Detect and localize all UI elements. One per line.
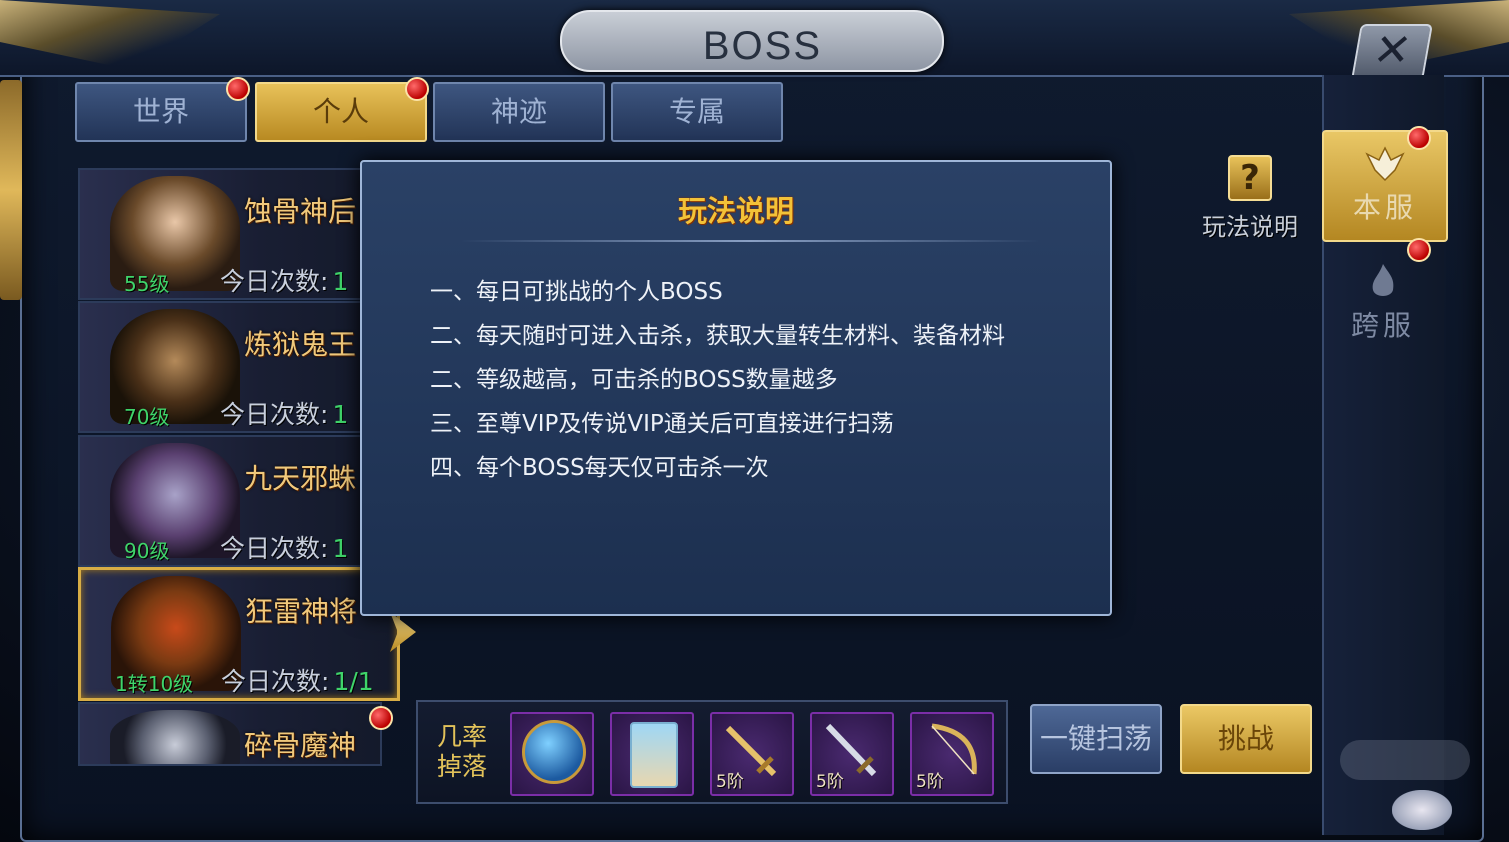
- boss-attempts: 今日次数: 1: [220, 262, 348, 298]
- boss-list-item-selected[interactable]: 狂雷神将 1转10级 今日次数: 1/1: [78, 567, 400, 701]
- boss-name: 炼狱鬼王: [243, 328, 356, 361]
- boss-name: 狂雷神将: [244, 595, 357, 628]
- rule-line: 二、每天随时可进入击杀，获取大量转生材料、装备材料: [430, 323, 1005, 349]
- attempts-value: 1/1: [333, 667, 374, 696]
- window-title: BOSS: [702, 24, 822, 68]
- tab-divine-relic[interactable]: 神迹: [433, 82, 605, 142]
- boss-item-badge: [369, 706, 393, 730]
- attempts-value: 1: [332, 534, 349, 563]
- drop-rewards-panel: 几率掉落 5阶 5阶 5阶: [416, 700, 1008, 804]
- attempts-label: 今日次数:: [220, 534, 329, 563]
- boss-list-item[interactable]: 蚀骨神后 55级 今日次数: 1: [78, 168, 382, 300]
- drop-item[interactable]: [510, 712, 594, 796]
- tab-personal[interactable]: 个人: [255, 82, 427, 142]
- lotus-ornament: [1392, 790, 1452, 830]
- attempts-label: 今日次数:: [220, 267, 329, 296]
- boss-name: 九天邪蛛: [243, 462, 356, 495]
- boss-attempts: 今日次数: 1: [220, 395, 348, 431]
- help-label: 玩法说明: [1202, 213, 1298, 241]
- boss-name: 碎骨魔神: [243, 729, 356, 762]
- rule-line: 三、至尊VIP及传说VIP通关后可直接进行扫荡: [430, 411, 894, 437]
- game-screen: BOSS ✕ 世界 个人 神迹 专属 蚀骨神后 55级 今日次数: 1 炼狱鬼王 …: [0, 0, 1509, 842]
- attempts-value: 1: [332, 400, 349, 429]
- drop-item[interactable]: 5阶: [710, 712, 794, 796]
- boss-level: 90级: [124, 539, 170, 563]
- rule-line: 二、等级越高，可击杀的BOSS数量越多: [430, 367, 838, 393]
- pet-card-icon: [630, 722, 678, 788]
- rules-dialog: 玩法说明 一、每日可挑战的个人BOSS 二、每天随时可进入击杀，获取大量转生材料…: [360, 160, 1112, 616]
- drop-item[interactable]: [610, 712, 694, 796]
- dialog-title: 玩法说明: [677, 194, 794, 228]
- dialog-divider: [460, 240, 1040, 242]
- window-header: BOSS ✕: [0, 0, 1509, 80]
- attempts-label: 今日次数:: [221, 667, 330, 696]
- item-stage: 5阶: [916, 772, 944, 792]
- tab-exclusive[interactable]: 专属: [611, 82, 783, 142]
- challenge-button[interactable]: 挑战: [1180, 704, 1312, 774]
- drop-item[interactable]: 5阶: [910, 712, 994, 796]
- boss-level: 55级: [124, 272, 170, 296]
- rule-line: 一、每日可挑战的个人BOSS: [430, 279, 723, 305]
- attempts-label: 今日次数:: [220, 400, 329, 429]
- tab-world-badge: [226, 77, 250, 101]
- side-tab-label: 本服: [1352, 191, 1417, 224]
- boss-name: 蚀骨神后: [243, 195, 356, 228]
- rule-line: 四、每个BOSS每天仅可击杀一次: [430, 455, 769, 481]
- sweep-button[interactable]: 一键扫荡: [1030, 704, 1162, 774]
- side-tab-label: 跨服: [1350, 309, 1415, 342]
- floating-chat-button[interactable]: [1340, 740, 1470, 780]
- item-stage: 5阶: [816, 772, 844, 792]
- boss-list-item[interactable]: 炼狱鬼王 70级 今日次数: 1: [78, 301, 382, 433]
- tab-personal-badge: [405, 77, 429, 101]
- boss-list-item[interactable]: 九天邪蛛 90级 今日次数: 1: [78, 435, 382, 567]
- side-tab-badge: [1407, 126, 1431, 150]
- tab-world[interactable]: 世界: [75, 82, 247, 142]
- item-stage: 5阶: [716, 772, 744, 792]
- local-server-emblem-icon: [1365, 146, 1405, 182]
- side-tab-local-server[interactable]: 本服: [1322, 130, 1448, 242]
- left-wing-ornament: [0, 0, 220, 70]
- drop-label: 几率掉落: [436, 722, 487, 781]
- side-tab-cross-server[interactable]: 跨服: [1322, 250, 1444, 358]
- boss-portrait-bone-demon: [110, 710, 240, 764]
- boss-attempts: 今日次数: 1/1: [221, 662, 374, 698]
- boss-attempts: 今日次数: 1: [220, 529, 348, 565]
- boss-level: 1转10级: [115, 672, 194, 696]
- close-button[interactable]: ✕: [1351, 24, 1433, 80]
- side-tab-badge: [1407, 238, 1431, 262]
- boss-level: 70级: [124, 405, 170, 429]
- treasure-globe-chest-icon: [522, 720, 586, 784]
- question-icon: ?: [1228, 155, 1272, 201]
- drop-item[interactable]: 5阶: [810, 712, 894, 796]
- lantern-ornament: [0, 80, 22, 300]
- cross-server-flame-icon: [1372, 264, 1394, 296]
- title-plaque: BOSS: [560, 10, 944, 72]
- help-button[interactable]: ? 玩法说明: [1195, 155, 1305, 245]
- attempts-value: 1: [332, 267, 349, 296]
- boss-list-item[interactable]: 碎骨魔神: [78, 702, 382, 766]
